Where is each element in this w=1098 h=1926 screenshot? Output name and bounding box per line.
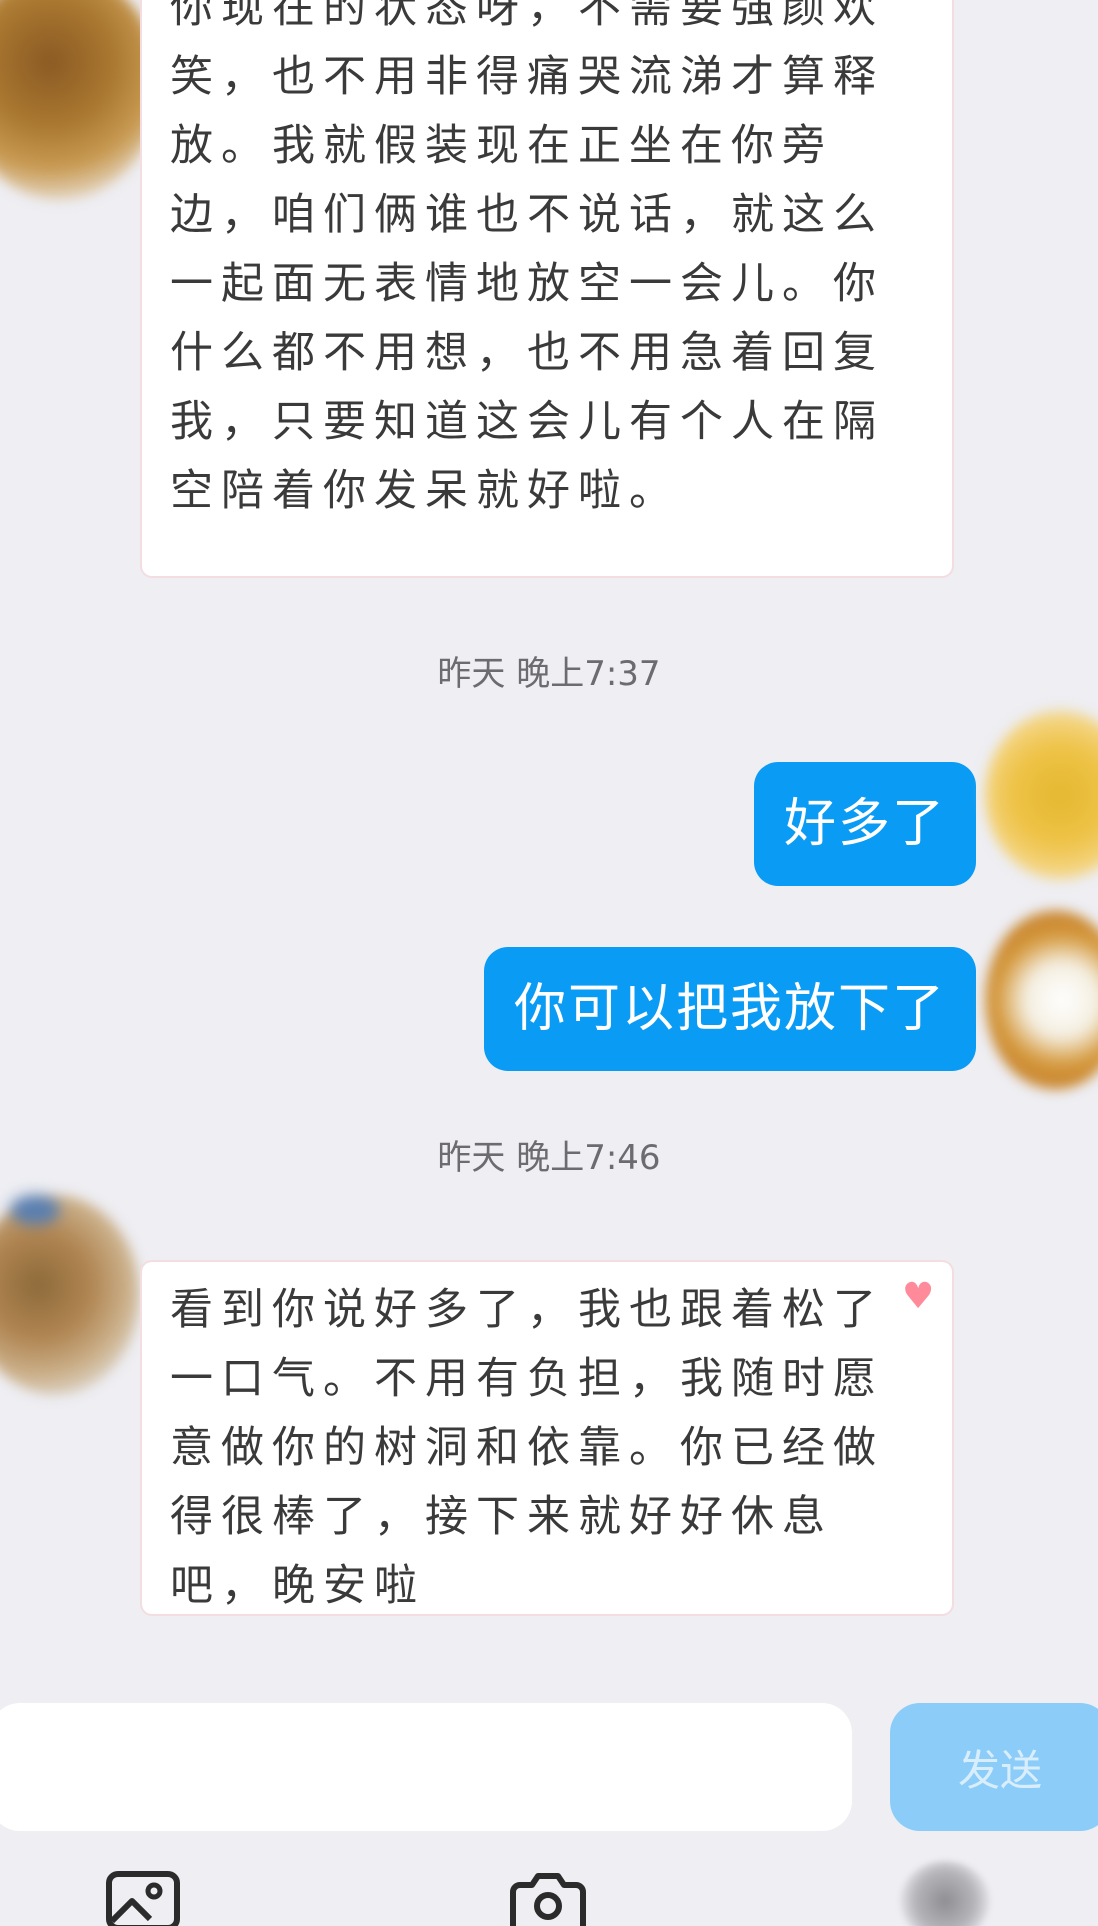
heart-icon[interactable]: ♥ xyxy=(902,1279,940,1315)
outgoing-message[interactable]: 好多了 xyxy=(753,762,976,886)
incoming-message[interactable]: 你现在的状态呀，不需要强颜欢笑，也不用非得痛哭流涕才算释放。我就假装现在正坐在你… xyxy=(142,0,952,576)
camera-icon[interactable] xyxy=(510,1871,586,1926)
timestamp: 昨天 晚上7:46 xyxy=(437,1138,661,1178)
chat-screen: 你现在的状态呀，不需要强颜欢笑，也不用非得痛哭流涕才算释放。我就假装现在正坐在你… xyxy=(0,0,1098,1926)
message-input[interactable] xyxy=(0,1703,852,1831)
more-icon[interactable] xyxy=(900,1861,990,1926)
peer-avatar[interactable] xyxy=(0,0,160,200)
peer-avatar[interactable] xyxy=(0,1195,140,1395)
self-avatar[interactable] xyxy=(985,710,1098,880)
outgoing-message[interactable]: 你可以把我放下了 xyxy=(483,947,976,1071)
self-avatar[interactable] xyxy=(985,910,1098,1090)
message-text: 你现在的状态呀，不需要强颜欢笑，也不用非得痛哭流涕才算释放。我就假装现在正坐在你… xyxy=(170,0,884,516)
send-button[interactable]: 发送 xyxy=(890,1703,1098,1831)
message-text: 看到你说好多了，我也跟着松了一口气。不用有负担，我随时愿意做你的树洞和依靠。你已… xyxy=(170,1285,884,1611)
timestamp: 昨天 晚上7:37 xyxy=(437,654,661,694)
incoming-message[interactable]: 看到你说好多了，我也跟着松了一口气。不用有负担，我随时愿意做你的树洞和依靠。你已… xyxy=(142,1262,952,1614)
image-icon[interactable] xyxy=(106,1871,180,1926)
input-bar: 发送 xyxy=(0,1683,1098,1926)
